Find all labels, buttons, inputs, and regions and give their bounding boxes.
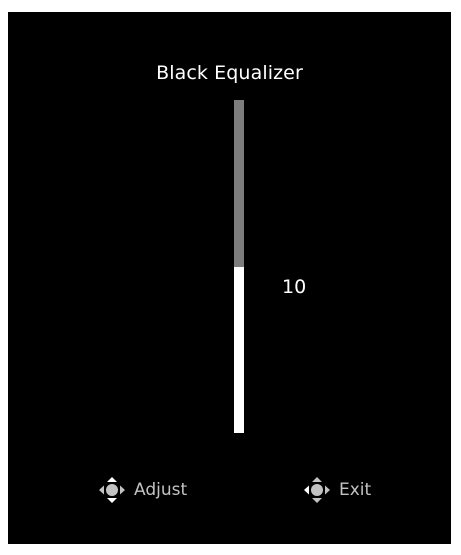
menu-title: Black Equalizer (156, 62, 303, 84)
adjust-hint: Adjust (96, 476, 187, 504)
exit-hint: Exit (301, 476, 371, 504)
joystick-up-down-icon (99, 477, 125, 503)
adjust-label: Adjust (134, 480, 188, 500)
black-equalizer-slider[interactable] (234, 100, 244, 433)
slider-fill (234, 266, 244, 433)
slider-value: 10 (282, 276, 307, 298)
joystick-left-icon (304, 477, 330, 503)
exit-label: Exit (339, 480, 372, 500)
osd-panel: Black Equalizer 10 Adjust Exit (8, 12, 451, 544)
